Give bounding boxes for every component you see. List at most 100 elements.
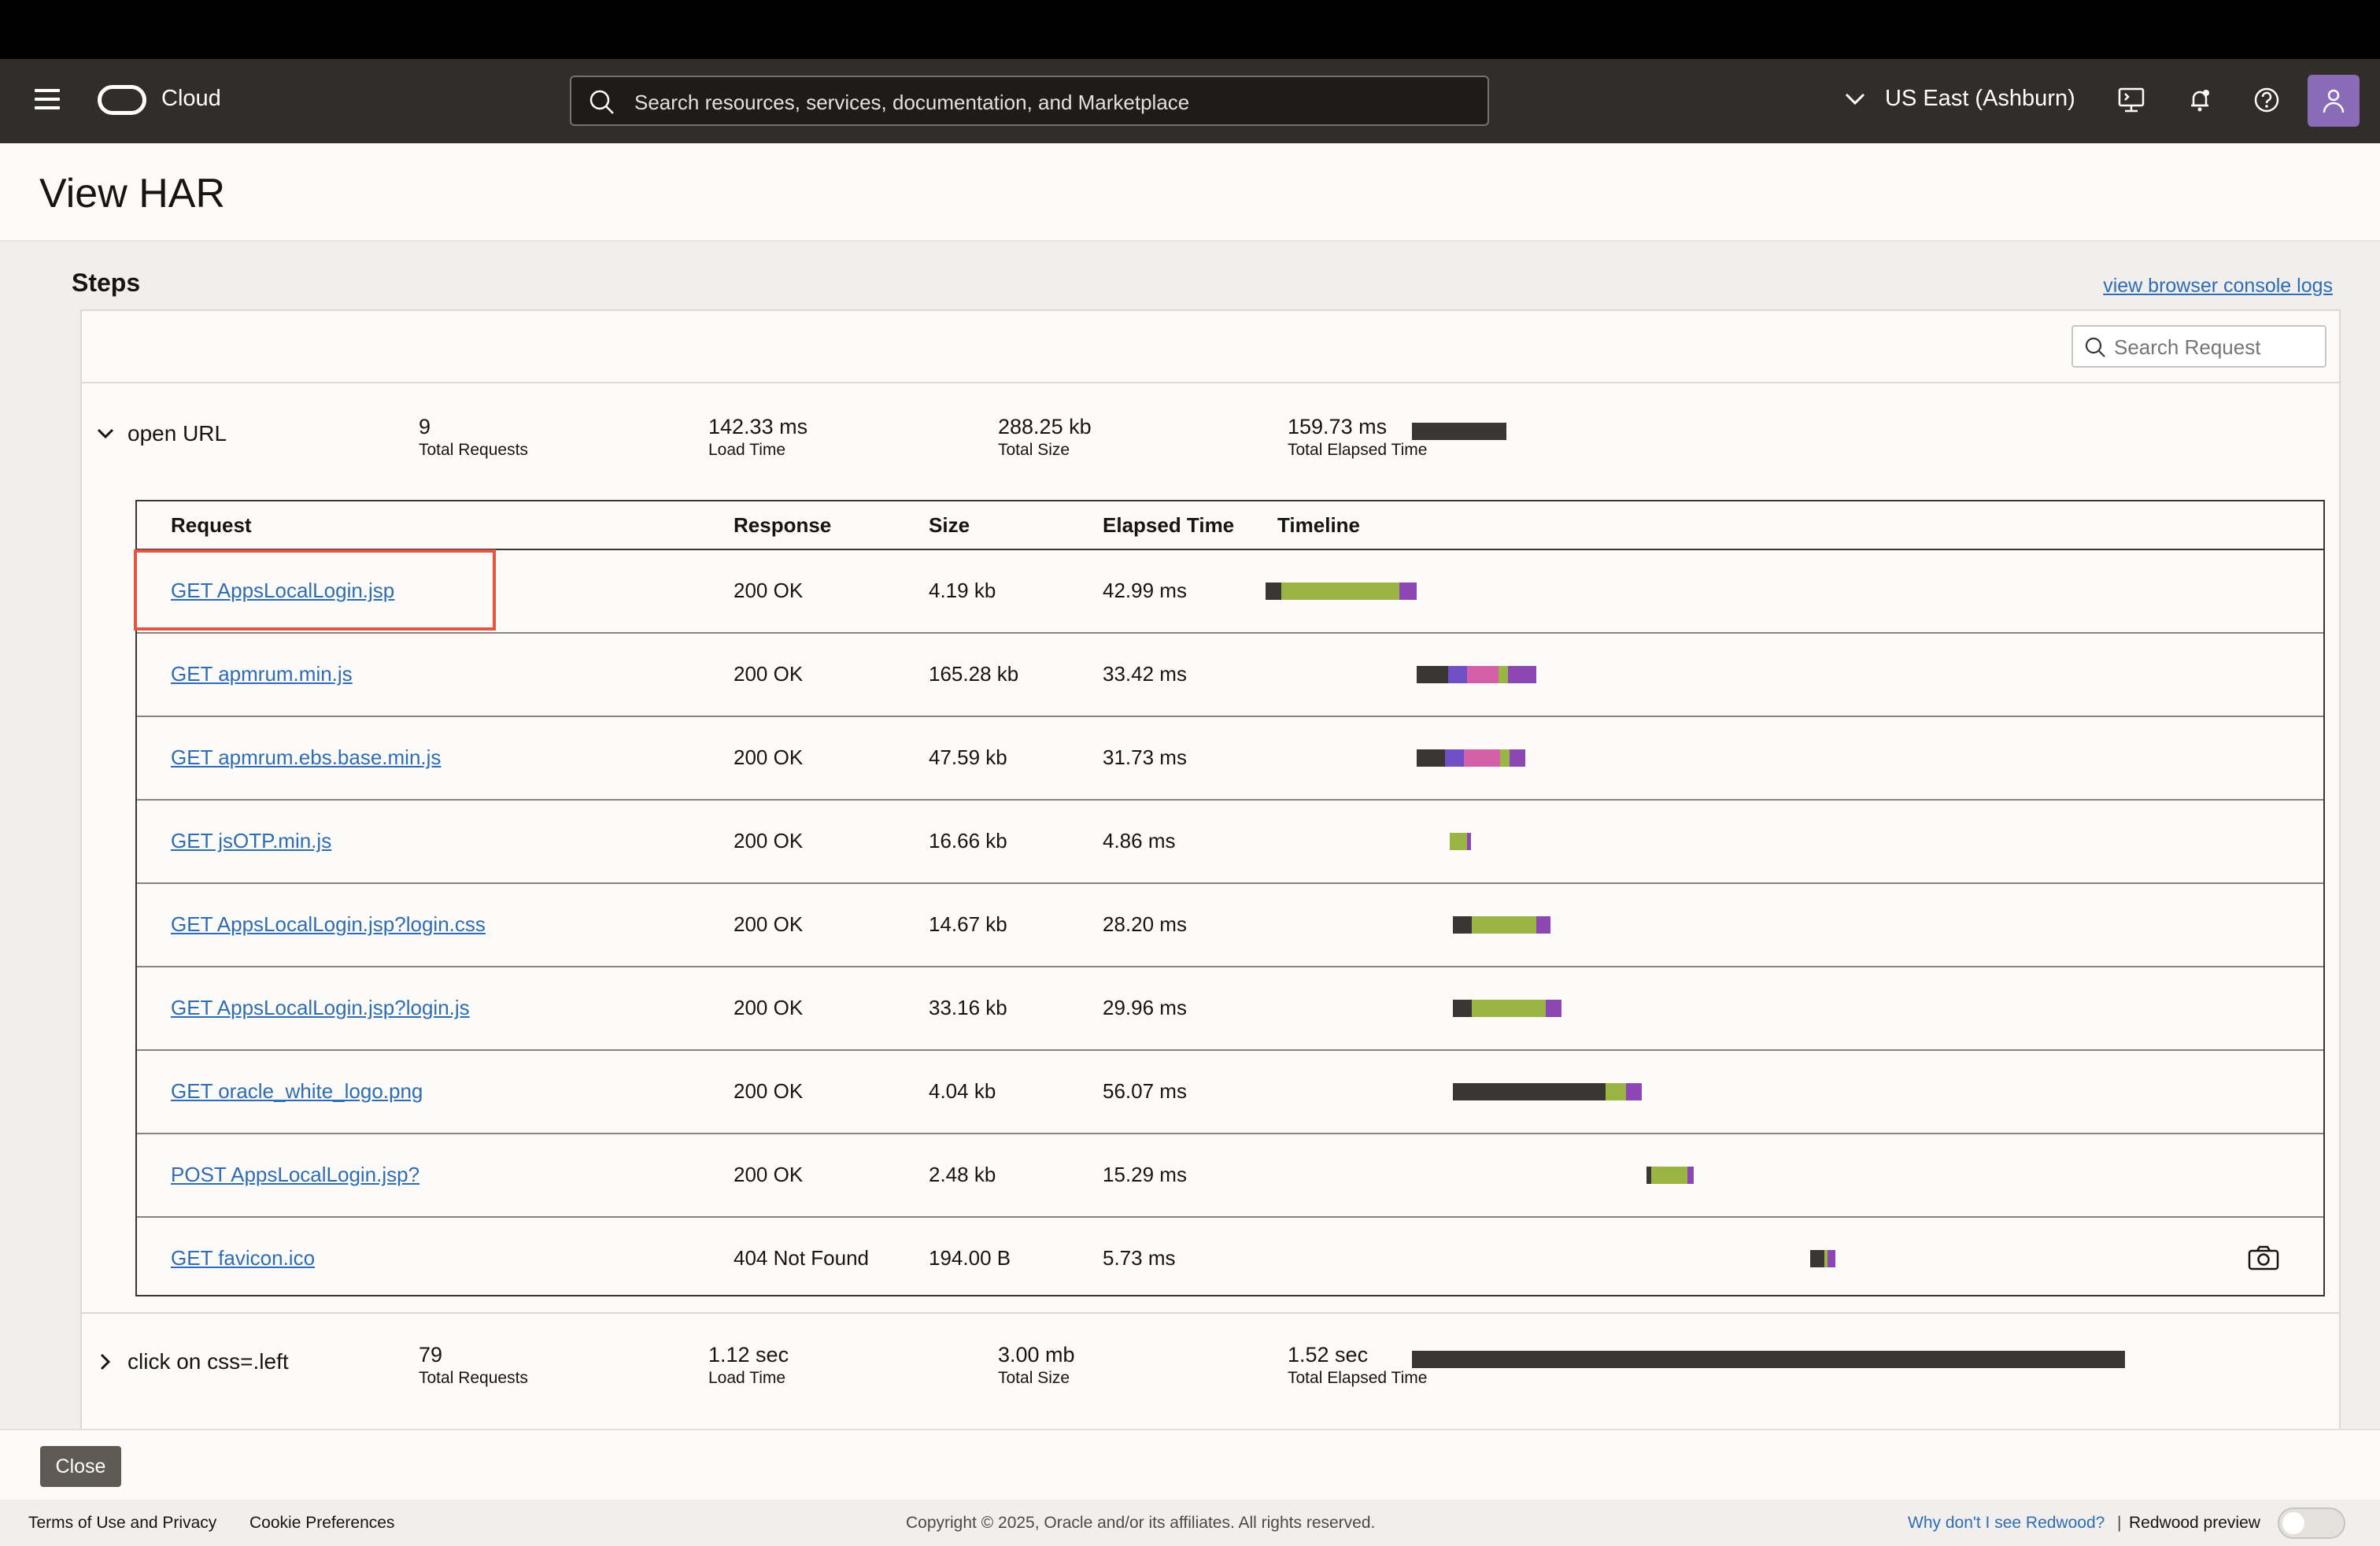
global-search-input[interactable]: Search resources, services, documentatio… [570,76,1489,126]
response-status: 404 Not Found [734,1246,870,1270]
request-link[interactable]: GET oracle_white_logo.png [171,1050,423,1133]
separator: | [2117,1514,2122,1532]
redwood-preview-toggle[interactable] [2278,1507,2345,1539]
screenshot-camera-icon[interactable] [2248,1245,2279,1270]
dialog-footer: Close [0,1429,2380,1500]
help-icon[interactable] [2251,84,2282,116]
response-size: 4.04 kb [929,1079,996,1103]
copyright-text: Copyright © 2025, Oracle and/or its affi… [906,1514,1376,1532]
table-row[interactable]: GET AppsLocalLogin.jsp?login.css 200 OK … [137,883,2323,966]
timeline-bar [1417,749,1525,767]
table-row[interactable]: POST AppsLocalLogin.jsp? 200 OK 2.48 kb … [137,1134,2323,1216]
table-row[interactable]: GET oracle_white_logo.png 200 OK 4.04 kb… [137,1050,2323,1133]
table-row[interactable]: GET AppsLocalLogin.jsp?login.js 200 OK 3… [137,967,2323,1049]
elapsed-time: 42.99 ms [1103,579,1187,602]
total-elapsed-stat: 159.73 ms Total Elapsed Time [1288,415,1428,459]
elapsed-time: 15.29 ms [1103,1163,1187,1186]
elapsed-time: 4.86 ms [1103,829,1176,853]
response-status: 200 OK [734,829,804,853]
timeline-bar [1453,1083,1642,1100]
redwood-preview-label: Redwood preview [2129,1514,2260,1532]
close-button[interactable]: Close [40,1446,121,1487]
hamburger-menu-icon[interactable] [35,89,60,113]
table-row[interactable]: GET apmrum.min.js 200 OK 165.28 kb 33.42… [137,633,2323,716]
chevron-down-icon[interactable] [1845,92,1865,106]
timeline-bar [1646,1167,1694,1184]
total-size-stat: 288.25 kb Total Size [998,415,1092,459]
total-elapsed-stat: 1.52 sec Total Elapsed Time [1288,1343,1428,1387]
request-link[interactable]: GET favicon.ico [171,1217,315,1300]
column-header-elapsed: Elapsed Time [1103,513,1235,537]
column-header-size: Size [929,513,970,537]
elapsed-time: 33.42 ms [1103,662,1187,686]
elapsed-time: 5.73 ms [1103,1246,1176,1270]
response-status: 200 OK [734,912,804,936]
page-title: View HAR [39,171,226,216]
page-title-bar: View HAR [0,143,2380,242]
user-avatar[interactable] [2308,75,2360,127]
step-open-url[interactable]: open URL 9 Total Requests 142.33 ms Load T… [82,383,2339,478]
user-icon [2323,89,2345,113]
notifications-bell-icon[interactable] [2184,84,2216,116]
response-status: 200 OK [734,996,804,1019]
table-row[interactable]: GET favicon.ico 404 Not Found 194.00 B 5… [137,1217,2323,1300]
table-row[interactable]: GET AppsLocalLogin.jsp 200 OK 4.19 kb 42… [134,549,2323,632]
brand-name[interactable]: Cloud [161,86,221,112]
elapsed-time-bar [1412,1351,2125,1368]
response-size: 33.16 kb [929,996,1007,1019]
response-size: 14.67 kb [929,912,1007,936]
request-link[interactable]: GET AppsLocalLogin.jsp?login.js [171,967,470,1049]
total-requests-stat: 79 Total Requests [419,1343,528,1387]
timeline-bar [1450,833,1471,850]
view-console-logs-link[interactable]: view browser console logs [2103,275,2333,298]
elapsed-time: 28.20 ms [1103,912,1187,936]
request-link[interactable]: GET AppsLocalLogin.jsp?login.css [171,883,486,966]
chevron-down-icon[interactable] [96,424,115,443]
oracle-logo-icon[interactable] [98,85,146,115]
console-header: Cloud Search resources, services, docume… [0,59,2380,143]
table-row[interactable]: GET apmrum.ebs.base.min.js 200 OK 47.59 … [137,716,2323,799]
timeline-bar [1453,916,1550,934]
search-request-input[interactable] [2112,331,2320,363]
cookie-preferences-link[interactable]: Cookie Preferences [249,1514,394,1533]
screen-top-bar [0,0,2380,59]
column-header-request: Request [171,513,252,537]
response-status: 200 OK [734,1079,804,1103]
legal-footer: Terms of Use and Privacy Cookie Preferen… [0,1500,2380,1546]
cloud-shell-icon[interactable] [2116,84,2147,116]
response-size: 2.48 kb [929,1163,996,1186]
har-content: Steps view browser console logs open URL… [0,242,2380,1429]
step-name[interactable]: click on css=.left [128,1349,289,1374]
chevron-right-icon[interactable] [96,1352,115,1371]
elapsed-time: 29.96 ms [1103,996,1187,1019]
request-link[interactable]: POST AppsLocalLogin.jsp? [171,1134,419,1216]
timeline-bar [1453,1000,1561,1017]
request-link[interactable]: GET AppsLocalLogin.jsp [171,549,394,632]
response-status: 200 OK [734,579,804,602]
request-link[interactable]: GET jsOTP.min.js [171,800,331,882]
response-status: 200 OK [734,1163,804,1186]
load-time-stat: 142.33 ms Load Time [708,415,808,459]
terms-link[interactable]: Terms of Use and Privacy [28,1514,216,1533]
request-link[interactable]: GET apmrum.min.js [171,633,353,716]
timeline-bar [1266,583,1417,600]
steps-panel: open URL 9Total Requests 142.33 msLoad T… [80,309,2341,1429]
elapsed-time-bar [1412,423,1506,440]
response-size: 47.59 kb [929,745,1007,769]
search-placeholder: Search resources, services, documentatio… [634,91,1190,114]
region-selector[interactable]: US East (Ashburn) [1885,86,2075,112]
response-status: 200 OK [734,745,804,769]
search-request-field[interactable] [2071,325,2326,368]
column-header-timeline: Timeline [1277,513,1361,537]
table-row[interactable]: GET jsOTP.min.js 200 OK 16.66 kb 4.86 ms [137,800,2323,882]
timeline-bar [1810,1250,1835,1267]
step-name[interactable]: open URL [128,421,227,446]
search-icon [2085,337,2105,357]
load-time-stat: 1.12 sec Load Time [708,1343,789,1387]
request-link[interactable]: GET apmrum.ebs.base.min.js [171,716,441,799]
step-click-on-left[interactable]: click on css=.left 79 Total Requests 1.12… [82,1315,2339,1409]
redwood-question-link[interactable]: Why don't I see Redwood? [1908,1514,2105,1533]
response-size: 16.66 kb [929,829,1007,853]
timeline-bar [1417,666,1536,683]
search-icon [589,90,614,114]
